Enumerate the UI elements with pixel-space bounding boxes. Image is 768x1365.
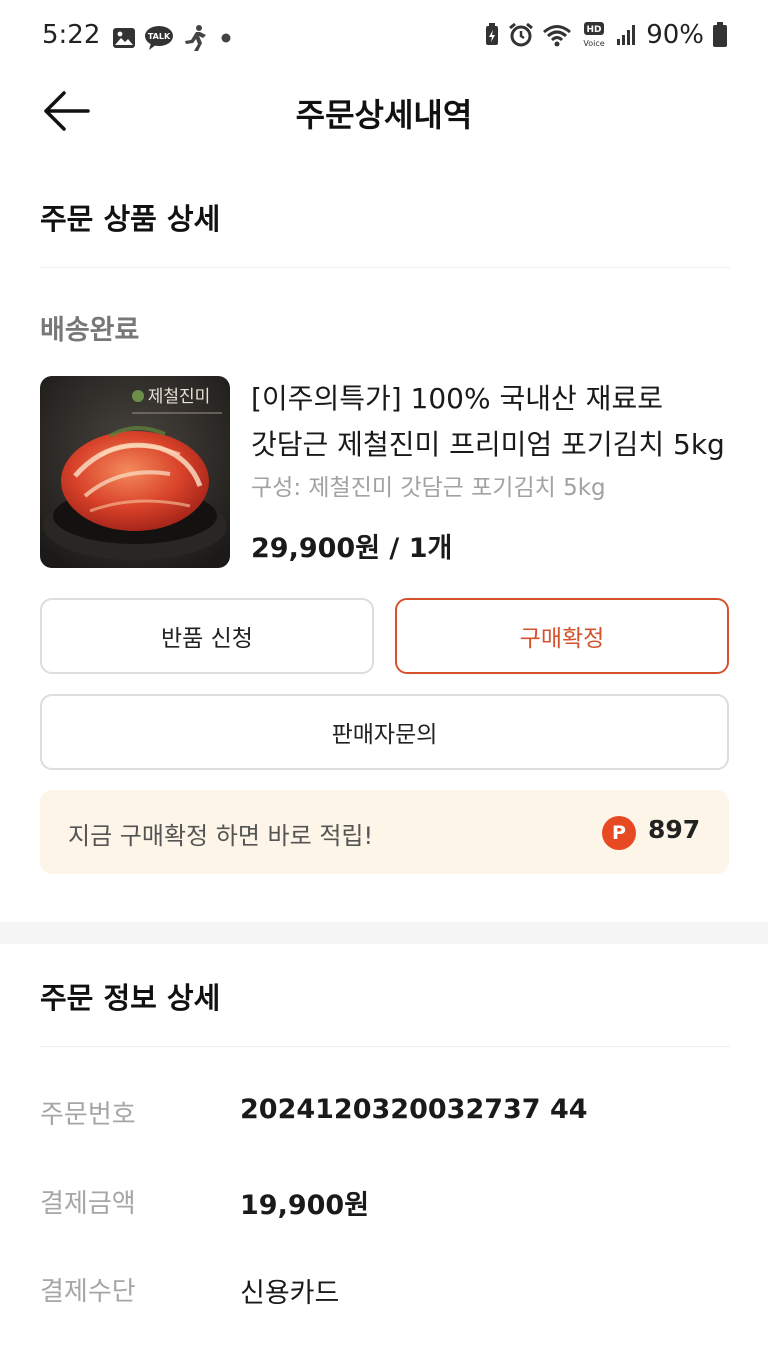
battery-saver-icon [486,23,499,45]
product-name-line-1: [이주의특가] 100% 국내산 재료로 [251,382,663,415]
order-product-section-title: 주문 상품 상세 [40,202,221,236]
product-option: 구성: 제철진미 갓담근 포기김치 5kg [251,475,606,501]
battery-percent: 90% [646,20,704,50]
header: 주문상세내역 [0,76,768,146]
product-price: 29,900원 / 1개 [251,533,453,564]
return-request-button[interactable]: 반품 신청 [40,598,374,674]
order-number-label: 주문번호 [40,1100,136,1130]
brand-logo-icon [132,390,144,402]
payment-amount-label: 결제금액 [40,1189,136,1219]
order-number-value: 2024120320032737 44 [240,1094,588,1125]
payment-amount-value: 19,900원 [240,1190,370,1221]
product-image[interactable]: 제철진미 [40,376,230,568]
status-bar: 5:22 TALK HD Voice 90% [0,0,768,76]
image-icon [113,28,135,48]
page-title: 주문상세내역 [295,96,473,134]
signal-icon [617,25,636,45]
status-time: 5:22 [42,20,101,50]
dot-icon [221,33,231,43]
product-name[interactable]: [이주의특가] 100% 국내산 재료로 갓담근 제철진미 프리미엄 포기김치 … [251,376,731,468]
seller-inquiry-button[interactable]: 판매자문의 [40,694,729,770]
points-banner-text: 지금 구매확정 하면 바로 적립! [68,822,374,850]
status-right: HD Voice 90% [484,20,728,50]
product-image-brand-text: 제철진미 [148,387,211,407]
kakaotalk-icon: TALK [145,26,173,50]
order-info-section-title: 주문 정보 상세 [40,981,221,1015]
talk-badge-text: TALK [148,32,171,41]
hd-label: HD [587,25,602,35]
hd-voice-icon: HD Voice [584,22,605,48]
alarm-icon [509,22,534,47]
payment-method-label: 결제수단 [40,1277,136,1307]
divider [40,1046,730,1047]
points-icon: P [602,816,636,850]
status-left-icons: TALK [112,24,236,52]
points-value: 897 [648,815,701,844]
payment-method-value: 신용카드 [240,1278,340,1309]
voice-label: Voice [584,39,605,48]
points-banner: 지금 구매확정 하면 바로 적립! P 897 [40,790,729,874]
runner-icon [185,25,206,51]
product-name-line-2: 갓담근 제철진미 프리미엄 포기김치 5kg [251,428,725,461]
delivery-status: 배송완료 [40,315,140,346]
battery-icon [713,22,727,47]
purchase-confirm-button[interactable]: 구매확정 [395,598,729,674]
wifi-icon [543,25,572,47]
divider [40,267,730,268]
section-separator [0,922,768,944]
